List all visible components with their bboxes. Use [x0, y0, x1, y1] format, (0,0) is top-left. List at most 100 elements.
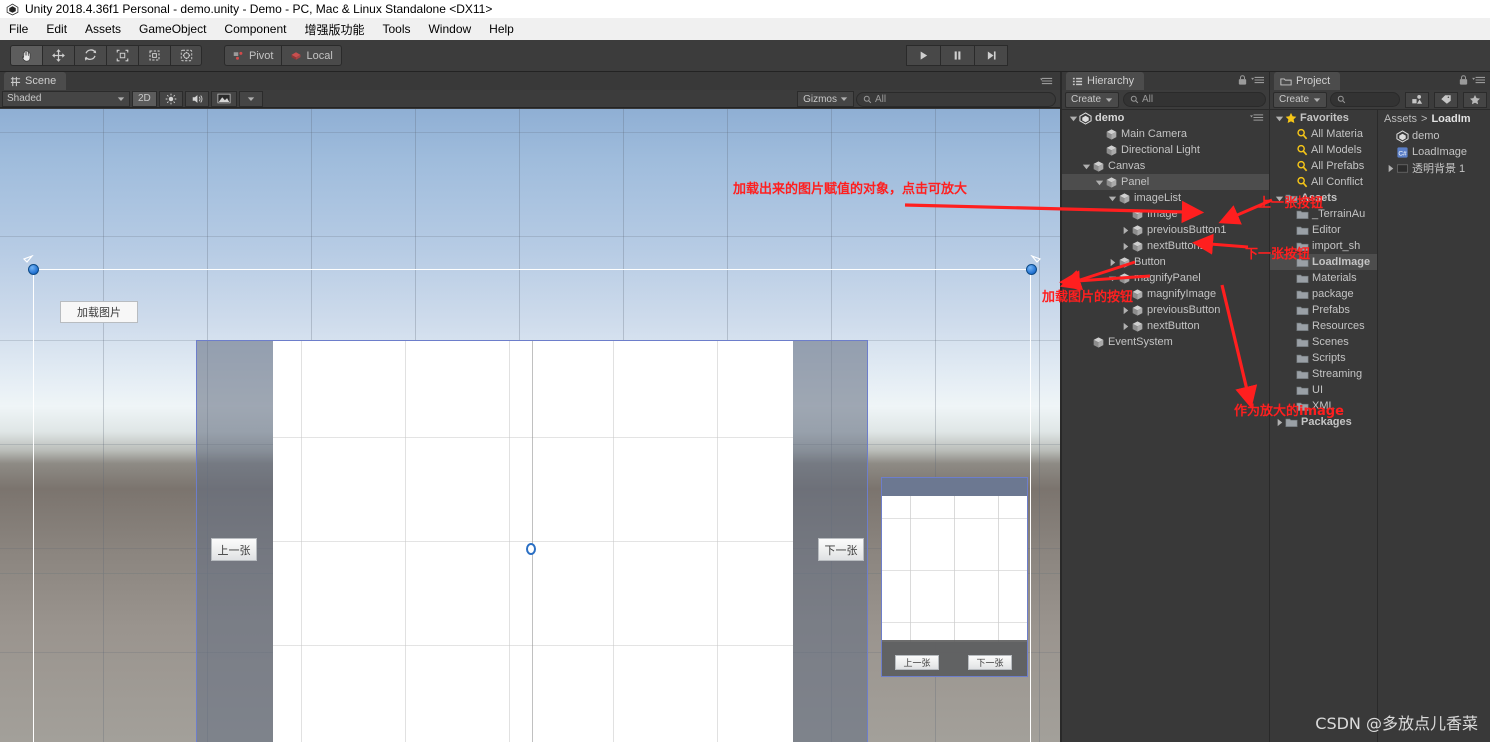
project-tree-item-editor[interactable]: Editor — [1270, 222, 1377, 238]
pause-button[interactable] — [940, 45, 974, 66]
tab-project[interactable]: Project — [1274, 72, 1341, 90]
menu-edit[interactable]: Edit — [37, 20, 76, 38]
load-image-button[interactable]: 加载图片 — [60, 301, 138, 323]
lighting-toggle-button[interactable] — [158, 90, 183, 107]
move-tool-button[interactable] — [42, 45, 74, 66]
menu-help[interactable]: Help — [480, 20, 523, 38]
play-button[interactable] — [906, 45, 940, 66]
project-tree-item-all-prefabs[interactable]: All Prefabs — [1270, 158, 1377, 174]
rotate-tool-button[interactable] — [74, 45, 106, 66]
chevron-right-icon[interactable] — [1120, 225, 1131, 236]
chevron-down-icon[interactable] — [1274, 113, 1285, 124]
chevron-right-icon[interactable] — [1107, 257, 1118, 268]
magnify-next-button[interactable]: 下一张 — [968, 655, 1012, 670]
menu-enhanced-features[interactable]: 增强版功能 — [295, 19, 373, 40]
chevron-right-icon[interactable] — [1120, 305, 1131, 316]
tree-spacer — [1285, 145, 1296, 156]
hierarchy-item-button[interactable]: Button — [1062, 254, 1269, 270]
hierarchy-item-eventsystem[interactable]: EventSystem — [1062, 334, 1269, 350]
chevron-right-icon[interactable] — [1120, 321, 1131, 332]
hierarchy-item-panel[interactable]: Panel — [1062, 174, 1269, 190]
hierarchy-item-image[interactable]: Image — [1062, 206, 1269, 222]
menu-component[interactable]: Component — [215, 20, 295, 38]
asset-item-0[interactable]: demo — [1379, 128, 1490, 144]
lock-icon[interactable] — [1458, 74, 1469, 86]
menu-file[interactable]: File — [0, 20, 37, 38]
lock-icon[interactable] — [1237, 74, 1248, 86]
project-tree-item-all-conflict[interactable]: All Conflict — [1270, 174, 1377, 190]
menu-tools[interactable]: Tools — [373, 20, 419, 38]
load-image-button-label: 加载图片 — [77, 307, 121, 319]
hierarchy-tree: demo Main Camera Directional Light Canvas Pa… — [1062, 110, 1269, 742]
chevron-down-icon[interactable] — [1068, 113, 1079, 124]
draw-mode-dropdown[interactable]: Shaded — [2, 90, 130, 107]
asset-item-1[interactable]: C# LoadImage — [1379, 144, 1490, 160]
project-tree-item-prefabs[interactable]: Prefabs — [1270, 302, 1377, 318]
project-tree-item-streaming[interactable]: Streaming — [1270, 366, 1377, 382]
tree-spacer — [1385, 147, 1396, 158]
chevron-down-icon[interactable] — [1081, 161, 1092, 172]
tree-spacer — [1094, 145, 1105, 156]
effects-dropdown-button[interactable] — [238, 90, 263, 107]
hierarchy-create-button[interactable]: Create — [1065, 91, 1120, 108]
previous-image-button[interactable]: 上一张 — [211, 538, 257, 561]
hierarchy-item-magnifypanel[interactable]: magnifyPanel — [1062, 270, 1269, 286]
project-tree-item-ui[interactable]: UI — [1270, 382, 1377, 398]
scale-tool-button[interactable] — [106, 45, 138, 66]
scene-search-input[interactable]: All — [856, 91, 1056, 107]
project-tree-item-materials[interactable]: Materials — [1270, 270, 1377, 286]
project-tree-item-scripts[interactable]: Scripts — [1270, 350, 1377, 366]
project-tree-item-all-materia[interactable]: All Materia — [1270, 126, 1377, 142]
menu-window[interactable]: Window — [419, 20, 480, 38]
next-image-button[interactable]: 下一张 — [818, 538, 864, 561]
menu-gameobject[interactable]: GameObject — [130, 20, 215, 38]
favorite-filter-button[interactable] — [1463, 91, 1487, 108]
step-button[interactable] — [974, 45, 1008, 66]
chevron-down-icon[interactable] — [1094, 177, 1105, 188]
project-tree-item-package[interactable]: package — [1270, 286, 1377, 302]
breadcrumb-root[interactable]: Assets — [1384, 113, 1417, 125]
gizmos-dropdown-button[interactable]: Gizmos — [797, 91, 854, 107]
transform-tool-button[interactable] — [170, 45, 202, 66]
project-search-input[interactable] — [1330, 92, 1400, 107]
rect-tool-button[interactable] — [138, 45, 170, 66]
scene-context-menu-icon[interactable] — [1250, 112, 1264, 123]
hierarchy-item-imagelist[interactable]: imageList — [1062, 190, 1269, 206]
local-toggle-button[interactable]: Local — [281, 45, 342, 66]
hierarchy-item-directional-light[interactable]: Directional Light — [1062, 142, 1269, 158]
pivot-toggle-button[interactable]: Pivot — [224, 45, 282, 66]
hamburger-menu-icon[interactable] — [1251, 74, 1265, 86]
chevron-right-icon[interactable] — [1385, 163, 1396, 174]
label-filter-button[interactable] — [1434, 91, 1458, 108]
chevron-right-icon[interactable] — [1120, 241, 1131, 252]
project-tree-item-favorites[interactable]: Favorites — [1270, 110, 1377, 126]
hierarchy-item-demo[interactable]: demo — [1062, 110, 1269, 126]
menu-assets[interactable]: Assets — [76, 20, 130, 38]
project-tree-item-all-models[interactable]: All Models — [1270, 142, 1377, 158]
project-create-button[interactable]: Create — [1273, 91, 1328, 108]
hierarchy-item-previousbutton1[interactable]: previousButton1 — [1062, 222, 1269, 238]
asset-item-2[interactable]: 透明背景 1 — [1379, 160, 1490, 176]
scene-viewport[interactable]: 加载图片 上一张 下一张 上一张 下一张 — [0, 109, 1060, 742]
scene-panel-menu-icon[interactable] — [1040, 75, 1054, 87]
tab-scene[interactable]: Scene — [4, 72, 67, 90]
hierarchy-item-nextbutton[interactable]: nextButton — [1062, 318, 1269, 334]
chevron-down-icon[interactable] — [1107, 193, 1118, 204]
hierarchy-item-nextbutton1[interactable]: nextButton1 — [1062, 238, 1269, 254]
image-effects-button[interactable] — [210, 90, 237, 107]
asset-type-filter-button[interactable] — [1405, 91, 1429, 108]
hierarchy-item-main-camera[interactable]: Main Camera — [1062, 126, 1269, 142]
chevron-down-icon[interactable] — [1107, 273, 1118, 284]
project-tree-item-scenes[interactable]: Scenes — [1270, 334, 1377, 350]
toggle-2d-button[interactable]: 2D — [132, 90, 157, 107]
asset-type-filter-icon — [1412, 95, 1423, 104]
audio-toggle-button[interactable] — [184, 90, 209, 107]
project-tree-item-resources[interactable]: Resources — [1270, 318, 1377, 334]
hierarchy-search-input[interactable]: All — [1123, 92, 1266, 107]
gameobject-cube-icon — [1106, 144, 1117, 156]
hand-tool-button[interactable] — [10, 45, 42, 66]
hamburger-menu-icon[interactable] — [1472, 74, 1486, 86]
hierarchy-item-canvas[interactable]: Canvas — [1062, 158, 1269, 174]
tab-hierarchy[interactable]: Hierarchy — [1066, 72, 1145, 90]
magnify-previous-button[interactable]: 上一张 — [895, 655, 939, 670]
